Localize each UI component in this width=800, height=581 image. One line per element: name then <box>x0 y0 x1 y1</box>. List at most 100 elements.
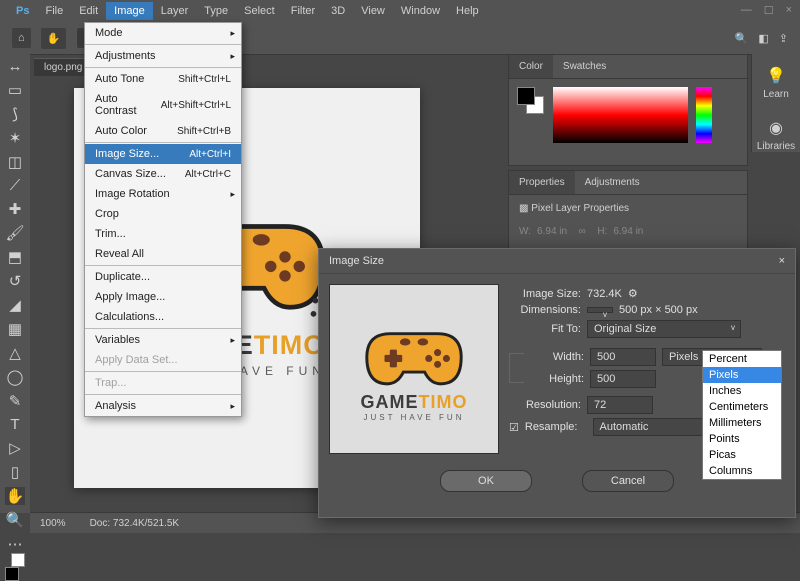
image-menu: ModeAdjustmentsAuto ToneShift+Ctrl+LAuto… <box>84 22 242 417</box>
menu-item[interactable]: Canvas Size...Alt+Ctrl+C <box>85 164 241 184</box>
menu-item[interactable]: Crop <box>85 204 241 224</box>
menu-item[interactable]: Trim... <box>85 224 241 244</box>
share-icon[interactable]: ⇪ <box>779 32 788 45</box>
menu-filter[interactable]: Filter <box>283 2 323 20</box>
resample-checkbox[interactable]: ☑ <box>509 421 519 434</box>
stamp-tool-icon[interactable]: ⬒ <box>5 248 25 266</box>
menu-3d[interactable]: 3D <box>323 2 353 20</box>
menu-bar: Ps FileEditImageLayerTypeSelectFilter3DV… <box>0 0 800 22</box>
menu-item[interactable]: Variables <box>85 330 241 350</box>
menu-item[interactable]: Image Size...Alt+Ctrl+I <box>85 144 241 164</box>
dialog-close-icon[interactable]: × <box>779 255 785 267</box>
color-panel: ColorSwatches <box>508 54 748 166</box>
hand-tool[interactable]: ✋ <box>5 487 25 505</box>
height-input[interactable]: 500 <box>590 370 656 388</box>
fit-select[interactable]: Original Size <box>587 320 741 338</box>
resample-label: Resample: <box>525 421 578 433</box>
width-input[interactable]: 500 <box>590 348 656 366</box>
close-icon[interactable]: × <box>786 4 792 17</box>
menu-window[interactable]: Window <box>393 2 448 20</box>
menu-type[interactable]: Type <box>196 2 236 20</box>
marquee-tool-icon[interactable]: ▭ <box>5 81 25 99</box>
search-icon[interactable]: 🔍 <box>735 32 749 45</box>
menu-item[interactable]: Reveal All <box>85 244 241 264</box>
menu-layer[interactable]: Layer <box>153 2 197 20</box>
cancel-button[interactable]: Cancel <box>582 470 674 492</box>
blur-tool-icon[interactable]: △ <box>5 344 25 362</box>
zoom-level[interactable]: 100% <box>40 518 66 529</box>
menu-item[interactable]: Analysis <box>85 396 241 416</box>
ps-icon[interactable]: Ps <box>8 2 37 20</box>
layer-icon: ▩ <box>519 203 531 214</box>
collapsed-dock: 💡Learn ◉Libraries <box>751 54 800 152</box>
adjustments-tab[interactable]: Adjustments <box>575 171 650 194</box>
menu-select[interactable]: Select <box>236 2 283 20</box>
tools-panel: ↔ ▭ ⟆ ✶ ◫ ⟋ ✚ 🖌 ⬒ ↺ ◢ ▦ △ ◯ ✎ T ▷ ▯ ✋ 🔍 … <box>0 54 30 513</box>
dim-value: 500 px × 500 px <box>619 304 698 316</box>
unit-option[interactable]: Millimeters <box>703 415 781 431</box>
learn-button[interactable]: 💡Learn <box>763 66 789 100</box>
cc-icon: ◉ <box>769 118 783 138</box>
shape-tool-icon[interactable]: ▯ <box>5 463 25 481</box>
properties-tab[interactable]: Properties <box>509 171 575 194</box>
path-select-icon[interactable]: ▷ <box>5 439 25 457</box>
crop-tool-icon[interactable]: ◫ <box>5 153 25 171</box>
menu-item[interactable]: Auto ToneShift+Ctrl+L <box>85 69 241 89</box>
menu-item[interactable]: Auto ContrastAlt+Shift+Ctrl+L <box>85 89 241 121</box>
wand-tool-icon[interactable]: ✶ <box>5 129 25 147</box>
lasso-tool-icon[interactable]: ⟆ <box>5 105 25 123</box>
menu-file[interactable]: File <box>37 2 71 20</box>
more-icon[interactable]: ⋯ <box>5 535 25 553</box>
width-label: Width: <box>528 351 584 363</box>
menu-view[interactable]: View <box>353 2 393 20</box>
color-spectrum[interactable] <box>553 87 688 143</box>
healing-tool-icon[interactable]: ✚ <box>5 200 25 218</box>
menu-item[interactable]: Image Rotation <box>85 184 241 204</box>
menu-item[interactable]: Adjustments <box>85 46 241 66</box>
zoom-tool-icon[interactable]: 🔍 <box>5 511 25 529</box>
hue-slider[interactable] <box>696 87 712 143</box>
pen-tool-icon[interactable]: ✎ <box>5 392 25 410</box>
libraries-button[interactable]: ◉Libraries <box>757 118 795 152</box>
menu-item[interactable]: Auto ColorShift+Ctrl+B <box>85 121 241 141</box>
menu-item[interactable]: Mode <box>85 23 241 43</box>
ok-button[interactable]: OK <box>440 470 532 492</box>
workspace-icon[interactable]: ◧ <box>758 32 768 45</box>
home-icon[interactable]: ⌂ <box>12 28 31 48</box>
link-icon[interactable] <box>509 353 524 383</box>
dodge-tool-icon[interactable]: ◯ <box>5 368 25 386</box>
res-input[interactable]: 72 <box>587 396 653 414</box>
window-controls: — ☐ × <box>741 4 792 17</box>
menu-item[interactable]: Duplicate... <box>85 267 241 287</box>
maximize-icon[interactable]: ☐ <box>764 4 774 17</box>
unit-option[interactable]: Picas <box>703 447 781 463</box>
gear-icon[interactable]: ⚙ <box>628 287 638 300</box>
doc-info[interactable]: Doc: 732.4K/521.5K <box>90 518 180 529</box>
unit-option[interactable]: Percent <box>703 351 781 367</box>
unit-option[interactable]: Centimeters <box>703 399 781 415</box>
unit-option[interactable]: Inches <box>703 383 781 399</box>
eraser-tool-icon[interactable]: ◢ <box>5 296 25 314</box>
menu-item[interactable]: Apply Image... <box>85 287 241 307</box>
move-tool-icon[interactable]: ↔ <box>5 58 25 75</box>
minimize-icon[interactable]: — <box>741 4 752 17</box>
color-tab[interactable]: Color <box>509 55 553 78</box>
eyedropper-tool-icon[interactable]: ⟋ <box>5 177 25 194</box>
history-brush-icon[interactable]: ↺ <box>5 272 25 290</box>
dim-menu[interactable] <box>587 307 613 313</box>
brush-tool-icon[interactable]: 🖌 <box>5 224 25 242</box>
gradient-tool-icon[interactable]: ▦ <box>5 320 25 338</box>
unit-option[interactable]: Columns <box>703 463 781 479</box>
unit-option[interactable]: Points <box>703 431 781 447</box>
panel-swatch[interactable] <box>517 87 545 115</box>
menu-item[interactable]: Calculations... <box>85 307 241 327</box>
menu-help[interactable]: Help <box>448 2 487 20</box>
menu-edit[interactable]: Edit <box>71 2 106 20</box>
menu-image[interactable]: Image <box>106 2 153 20</box>
menu-item: Trap... <box>85 373 241 393</box>
hand-tool-icon[interactable]: ✋ <box>41 28 67 49</box>
prop-label: Pixel Layer Properties <box>531 203 629 214</box>
swatches-tab[interactable]: Swatches <box>553 55 616 78</box>
type-tool-icon[interactable]: T <box>5 416 25 433</box>
unit-option[interactable]: Pixels <box>703 367 781 383</box>
